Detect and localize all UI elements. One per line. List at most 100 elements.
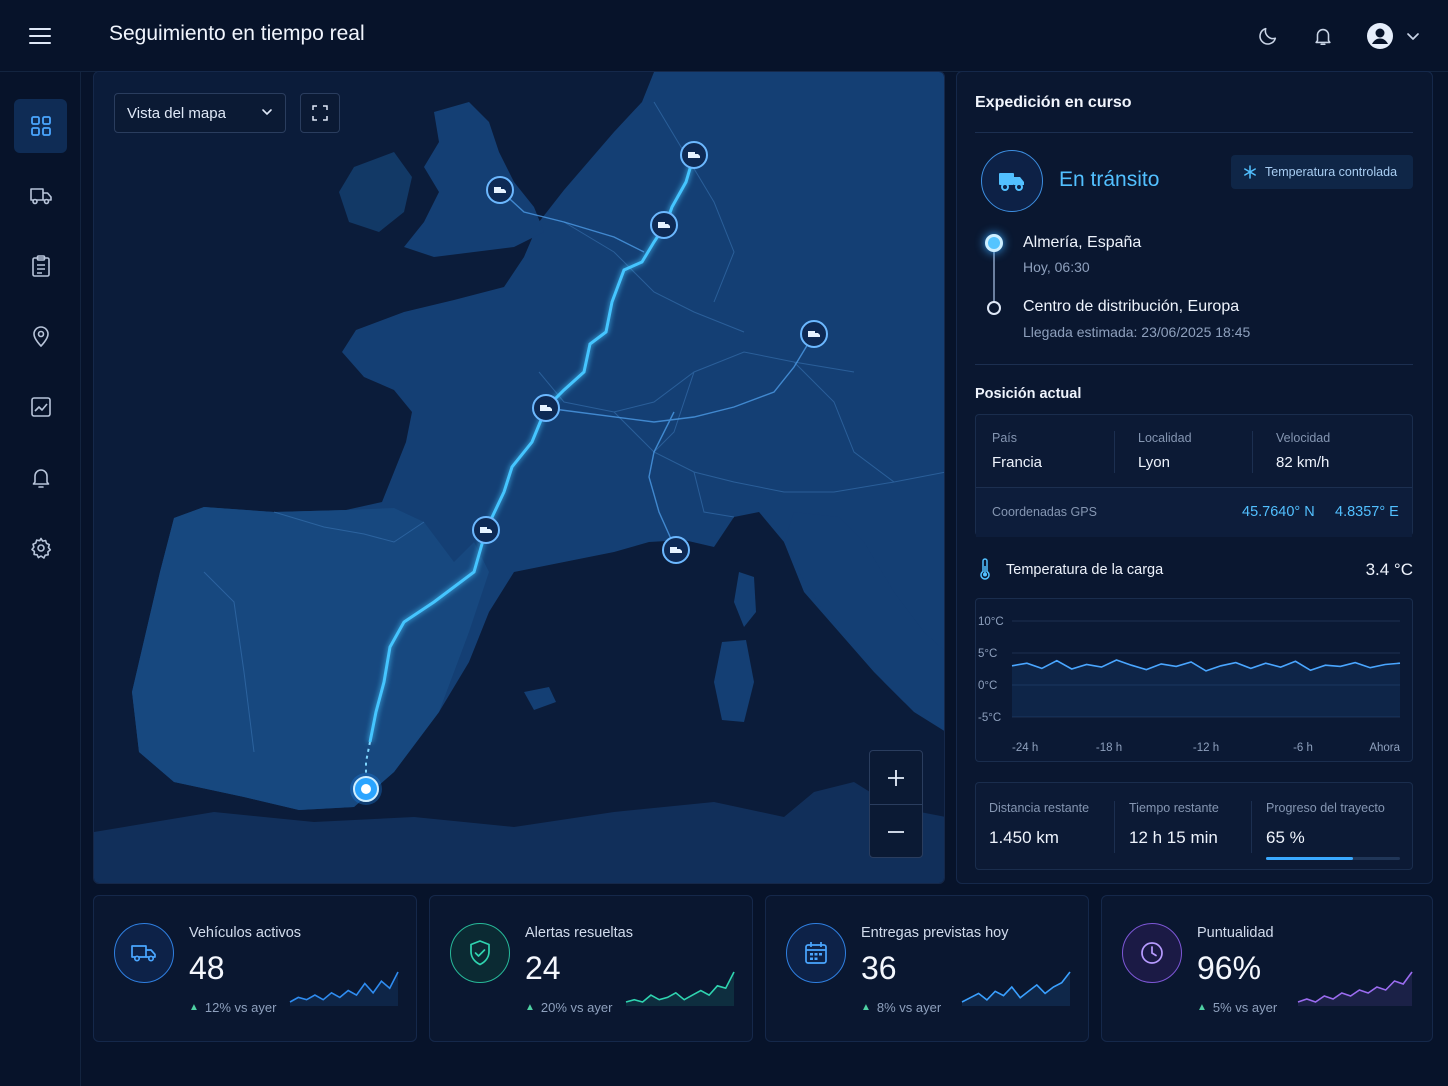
chart-icon	[30, 397, 51, 417]
gps-row: Coordenadas GPS 45.7640° N 4.8357° E	[976, 487, 1412, 537]
origin-time: Hoy, 06:30	[1023, 259, 1090, 275]
temperature-badge-label: Temperatura controlada	[1265, 165, 1398, 179]
sidebar	[0, 72, 81, 1086]
fullscreen-button[interactable]	[300, 93, 340, 133]
truck-marker[interactable]	[650, 211, 678, 239]
expand-icon	[312, 105, 328, 121]
kpi-sparkline	[961, 971, 1071, 1006]
thermometer-icon	[980, 558, 990, 580]
truck-marker[interactable]	[680, 141, 708, 169]
kpi-icon-wrap	[1122, 923, 1182, 983]
zoom-out-button[interactable]	[870, 805, 922, 858]
chevron-down-icon[interactable]	[1399, 20, 1427, 52]
gear-icon	[30, 537, 51, 559]
trend-up-icon: ▲	[861, 1002, 871, 1013]
top-bar: Seguimiento en tiempo real	[0, 0, 1448, 72]
sidebar-item-orders[interactable]	[14, 239, 67, 293]
sidebar-item-locations[interactable]	[14, 309, 67, 363]
distance-label: Distancia restante	[989, 801, 1090, 815]
map-view-select[interactable]: Vista del mapa	[114, 93, 286, 133]
speed-value: 82 km/h	[1276, 454, 1330, 471]
position-title: Posición actual	[975, 386, 1082, 402]
origin-name: Almería, España	[1023, 234, 1142, 251]
bell-icon[interactable]	[1307, 20, 1339, 52]
truck-marker[interactable]	[532, 394, 560, 422]
user-circle-icon[interactable]	[1364, 20, 1396, 52]
truck-marker[interactable]	[662, 536, 690, 564]
time-value: 12 h 15 min	[1129, 828, 1218, 847]
menu-icon[interactable]	[24, 20, 56, 52]
x-tick-label: -24 h	[1012, 742, 1038, 754]
position-box: País Francia Localidad Lyon Velocidad 82…	[975, 414, 1413, 537]
route-connector	[993, 250, 995, 304]
trend-up-icon: ▲	[525, 1002, 535, 1013]
map-view-select-label: Vista del mapa	[127, 105, 226, 122]
origin-marker[interactable]	[350, 773, 382, 805]
progress-label: Progreso del trayecto	[1266, 801, 1385, 815]
destination-dot	[987, 301, 1001, 315]
trip-stats: Distancia restante 1.450 km Tiempo resta…	[975, 782, 1413, 870]
truck-marker[interactable]	[472, 516, 500, 544]
map-panel[interactable]: Vista del mapa	[93, 71, 945, 884]
sidebar-item-analytics[interactable]	[14, 380, 67, 434]
kpi-card-vehicles[interactable]: Vehículos activos 48 ▲ 12% vs ayer	[93, 895, 417, 1042]
truck-icon	[131, 945, 156, 962]
status-avatar	[981, 150, 1043, 212]
trend-up-icon: ▲	[1197, 1002, 1207, 1013]
destination-eta: Llegada estimada: 23/06/2025 18:45	[1023, 324, 1251, 340]
column-divider	[1252, 431, 1253, 473]
temperature-chart-svg: 10°C 5°C 0°C -5°C -24 h -18 h -12 h -6 h Ahora	[978, 616, 1401, 754]
truck-marker[interactable]	[486, 176, 514, 204]
kpi-sparkline	[1297, 971, 1413, 1006]
status-text: En tránsito	[1059, 168, 1160, 191]
kpi-trend: ▲ 5% vs ayer	[1197, 1000, 1277, 1015]
zoom-in-button[interactable]	[870, 751, 922, 804]
gps-longitude: 4.8357° E	[1335, 504, 1399, 520]
sidebar-item-alerts[interactable]	[14, 450, 67, 504]
progress-bar-fill	[1266, 857, 1354, 860]
gps-latitude: 45.7640° N	[1242, 504, 1315, 520]
dashboard-icon	[30, 116, 51, 136]
europe-map[interactable]	[94, 72, 945, 884]
truck-marker[interactable]	[800, 320, 828, 348]
country-value: Francia	[992, 454, 1043, 471]
divider	[975, 364, 1413, 365]
sidebar-item-vehicles[interactable]	[14, 169, 67, 223]
kpi-card-punctuality[interactable]: Puntualidad 96% ▲ 5% vs ayer	[1101, 895, 1433, 1042]
kpi-label: Puntualidad	[1197, 925, 1274, 941]
temperature-title: Temperatura de la carga	[1006, 562, 1164, 578]
temperature-chart: 10°C 5°C 0°C -5°C -24 h -18 h -12 h -6 h Ahora	[975, 598, 1413, 762]
kpi-trend-text: 5% vs ayer	[1212, 1000, 1278, 1015]
temperature-header: Temperatura de la carga 3.4 °C	[975, 558, 1413, 582]
city-value: Lyon	[1138, 454, 1170, 471]
minus-icon	[888, 830, 904, 833]
kpi-value: 96%	[1197, 950, 1262, 986]
sparkline-area	[626, 972, 734, 1006]
column-divider	[1114, 801, 1115, 853]
column-divider	[1251, 801, 1252, 853]
shield-check-icon	[470, 940, 490, 966]
x-tick-label: -12 h	[1193, 742, 1219, 754]
sparkline-area	[1298, 972, 1412, 1006]
kpi-trend-text: 20% vs ayer	[540, 1000, 613, 1015]
kpi-card-deliveries[interactable]: Entregas previstas hoy 36 ▲ 8% vs ayer	[765, 895, 1089, 1042]
x-tick-label: -18 h	[1096, 742, 1122, 754]
y-tick-label: 10°C	[978, 616, 1004, 628]
kpi-sparkline	[289, 971, 399, 1006]
kpi-card-alerts[interactable]: Alertas resueltas 24 ▲ 20% vs ayer	[429, 895, 753, 1042]
shipment-title: Expedición en curso	[975, 94, 1132, 111]
clock-icon	[1141, 942, 1163, 964]
speed-label: Velocidad	[1276, 431, 1331, 445]
sidebar-item-settings[interactable]	[14, 521, 67, 575]
city-label: Localidad	[1138, 431, 1192, 445]
x-tick-label: -6 h	[1293, 742, 1313, 754]
temperature-badge: Temperatura controlada	[1231, 155, 1413, 189]
kpi-value: 48	[189, 950, 225, 986]
kpi-trend: ▲ 20% vs ayer	[525, 1000, 612, 1015]
kpi-sparkline	[625, 971, 735, 1006]
kpi-trend: ▲ 8% vs ayer	[861, 1000, 941, 1015]
kpi-value: 36	[861, 950, 897, 986]
sidebar-item-dashboard[interactable]	[14, 99, 67, 153]
trend-up-icon: ▲	[189, 1002, 199, 1013]
moon-icon[interactable]	[1252, 20, 1284, 52]
